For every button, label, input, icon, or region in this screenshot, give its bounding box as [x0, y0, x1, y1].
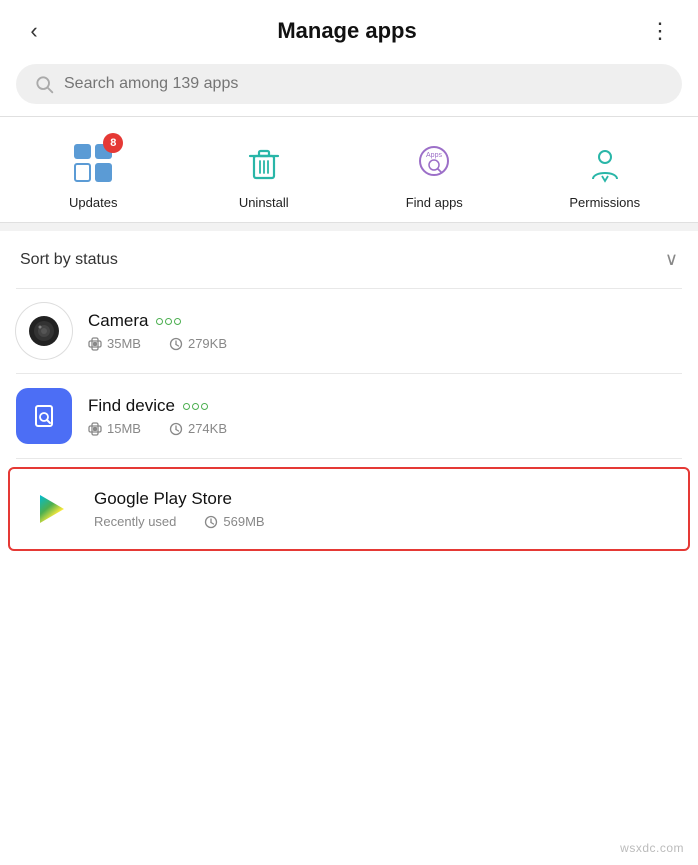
divider-2	[16, 458, 682, 459]
permissions-icon	[583, 141, 627, 185]
camera-app-name: Camera	[88, 311, 148, 331]
clock-icon	[169, 337, 183, 351]
search-bar-container	[0, 58, 698, 116]
sort-label: Sort by status	[20, 251, 118, 269]
playstore-app-name: Google Play Store	[94, 489, 232, 509]
app-list: Camera 35MB	[0, 289, 698, 551]
playstore-storage-value: 569MB	[223, 514, 264, 529]
permissions-icon-wrap	[579, 137, 631, 189]
trash-icon	[244, 143, 284, 183]
finddevice-cache: 274KB	[169, 421, 227, 436]
quick-action-updates[interactable]: 8 Updates	[53, 137, 133, 210]
uninstall-icon-wrap	[238, 137, 290, 189]
updates-badge: 8	[103, 133, 123, 153]
finddevice-storage-value: 15MB	[107, 421, 141, 436]
search-input[interactable]	[64, 75, 664, 93]
finddevice-app-icon	[16, 388, 72, 444]
camera-app-icon	[16, 303, 72, 359]
search-bar[interactable]	[16, 64, 682, 104]
findapps-icon-wrap: Apps	[408, 137, 460, 189]
app-item-camera[interactable]: Camera 35MB	[0, 289, 698, 373]
playstore-storage: 569MB	[204, 514, 264, 529]
clock-icon-2	[169, 422, 183, 436]
gear-icon-2	[88, 422, 102, 436]
svg-text:Apps: Apps	[426, 152, 442, 159]
playstore-app-info: Google Play Store Recently used 569MB	[94, 489, 676, 529]
finddevice-cache-value: 274KB	[188, 421, 227, 436]
playstore-app-meta: Recently used 569MB	[94, 514, 676, 529]
section-divider-1	[0, 223, 698, 231]
more-button[interactable]: ⋮	[642, 18, 678, 44]
camera-app-info: Camera 35MB	[88, 311, 682, 351]
camera-cache-value: 279KB	[188, 336, 227, 351]
camera-storage-value: 35MB	[107, 336, 141, 351]
search-icon	[34, 74, 54, 94]
updates-label: Updates	[69, 195, 117, 210]
findapps-icon: Apps	[412, 141, 456, 185]
uninstall-label: Uninstall	[239, 195, 289, 210]
app-item-playstore[interactable]: Google Play Store Recently used 569MB	[8, 467, 690, 551]
gear-icon	[88, 337, 102, 351]
camera-storage: 35MB	[88, 336, 141, 351]
clock-icon-3	[204, 515, 218, 529]
playstore-recently-used-label: Recently used	[94, 514, 176, 529]
playstore-app-icon	[22, 481, 78, 537]
quick-action-findapps[interactable]: Apps Find apps	[394, 137, 474, 210]
app-item-finddevice[interactable]: Find device 15MB	[0, 374, 698, 458]
camera-status-dots	[156, 318, 181, 325]
findapps-label: Find apps	[406, 195, 463, 210]
finddevice-app-name: Find device	[88, 396, 175, 416]
permissions-label: Permissions	[569, 195, 640, 210]
playstore-recently-used: Recently used	[94, 514, 176, 529]
finddevice-app-meta: 15MB 274KB	[88, 421, 682, 436]
updates-icon-wrap: 8	[67, 137, 119, 189]
sort-chevron-icon: ∨	[665, 249, 678, 270]
finddevice-status-dots	[183, 403, 208, 410]
sort-row[interactable]: Sort by status ∨	[0, 231, 698, 288]
watermark: wsxdc.com	[620, 841, 684, 855]
page-title: Manage apps	[277, 18, 416, 44]
back-button[interactable]: ‹	[16, 18, 52, 44]
quick-actions-row: 8 Updates Uninstall Apps	[0, 117, 698, 222]
quick-action-uninstall[interactable]: Uninstall	[224, 137, 304, 210]
camera-app-meta: 35MB 279KB	[88, 336, 682, 351]
quick-action-permissions[interactable]: Permissions	[565, 137, 645, 210]
camera-cache: 279KB	[169, 336, 227, 351]
finddevice-storage: 15MB	[88, 421, 141, 436]
finddevice-app-info: Find device 15MB	[88, 396, 682, 436]
header: ‹ Manage apps ⋮	[0, 0, 698, 58]
